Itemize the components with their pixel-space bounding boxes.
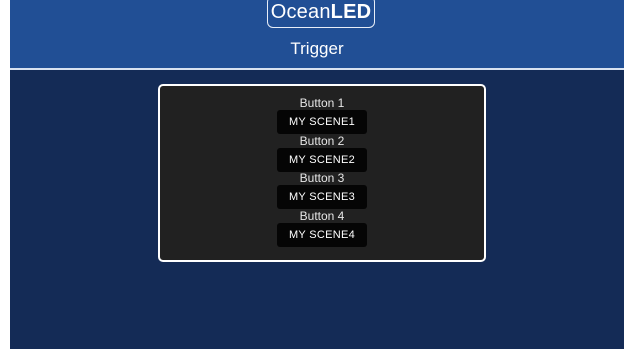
scene-button-4[interactable]: MY SCENE4 <box>277 223 367 247</box>
logo-text-led: LED <box>330 0 372 23</box>
trigger-label-4: Button 4 <box>299 209 345 223</box>
trigger-item-2: Button 2 MY SCENE2 <box>160 134 484 172</box>
trigger-item-4: Button 4 MY SCENE4 <box>160 209 484 247</box>
page-title: Trigger <box>290 39 344 58</box>
scene-button-1[interactable]: MY SCENE1 <box>277 110 367 134</box>
trigger-item-1: Button 1 MY SCENE1 <box>160 96 484 134</box>
logo-text-ocean: Ocean <box>270 0 331 23</box>
trigger-label-1: Button 1 <box>299 96 345 110</box>
trigger-label-2: Button 2 <box>299 134 345 148</box>
trigger-panel: Button 1 MY SCENE1 Button 2 MY SCENE2 Bu… <box>158 84 486 262</box>
scene-button-3[interactable]: MY SCENE3 <box>277 185 367 209</box>
trigger-item-3: Button 3 MY SCENE3 <box>160 171 484 209</box>
app-frame: Ocean LED Trigger Button 1 MY SCENE1 Butt… <box>10 0 624 349</box>
header-bar: Ocean LED Trigger <box>10 0 624 70</box>
trigger-label-3: Button 3 <box>299 171 345 185</box>
scene-button-2[interactable]: MY SCENE2 <box>277 148 367 172</box>
oceanled-logo: Ocean LED <box>267 0 375 28</box>
